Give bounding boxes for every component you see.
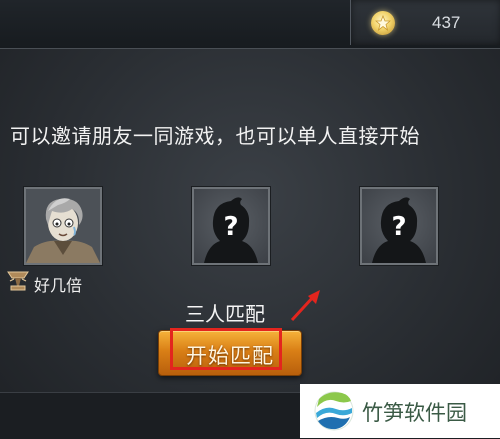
party-slot-1-avatar[interactable] — [24, 187, 102, 265]
invite-info-text: 可以邀请朋友一同游戏，也可以单人直接开始 — [10, 124, 420, 148]
watermark: 竹笋软件园 — [300, 384, 500, 438]
annotation-arrow-icon — [290, 290, 320, 322]
party-slot-2-empty[interactable]: ? — [192, 187, 270, 265]
annotation-highlight-box — [170, 328, 282, 370]
trophy-rank-icon — [7, 271, 29, 291]
match-mode-label: 三人匹配 — [185, 302, 265, 326]
svg-text:?: ? — [223, 212, 238, 242]
top-bar: 437 — [0, 0, 500, 49]
star-coin-icon — [371, 11, 395, 35]
currency-value: 437 — [432, 13, 461, 32]
question-silhouette-icon: ? — [372, 197, 426, 263]
svg-text:?: ? — [391, 212, 406, 242]
party-slot-3-empty[interactable]: ? — [360, 187, 438, 265]
question-silhouette-icon: ? — [204, 197, 258, 263]
watermark-text: 竹笋软件园 — [362, 401, 467, 425]
player-name: 好几倍 — [34, 276, 83, 295]
watermark-logo-icon — [314, 391, 354, 431]
